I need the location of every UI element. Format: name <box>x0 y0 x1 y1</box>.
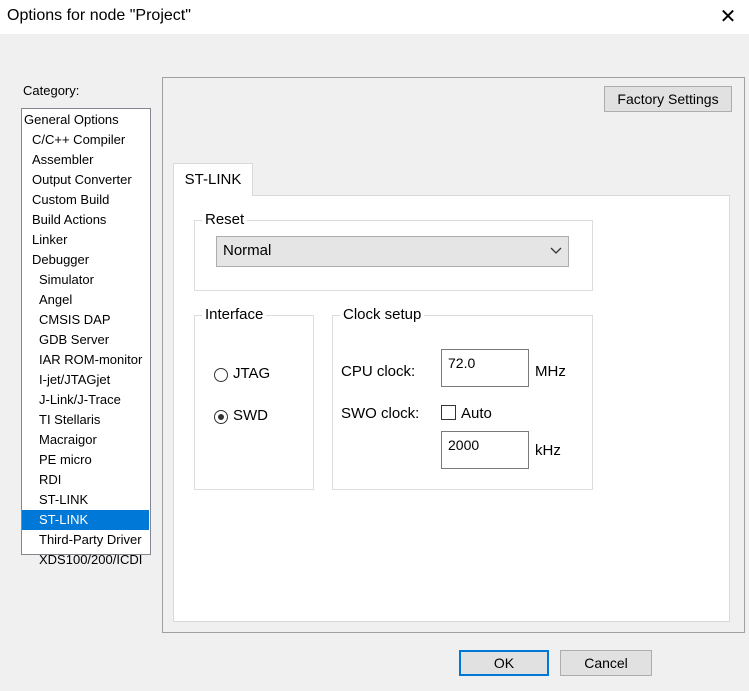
category-list[interactable]: General Options C/C++ Compiler Assembler Ou… <box>21 108 151 567</box>
category-item[interactable]: XDS100/200/ICDI <box>22 550 149 570</box>
swd-label[interactable]: SWD <box>233 407 268 424</box>
close-button[interactable]: ✕ <box>712 1 744 33</box>
category-item-label: PE micro <box>39 452 92 467</box>
reset-select-value: Normal <box>223 242 272 259</box>
category-item[interactable]: Third-Party Driver <box>22 530 149 550</box>
category-item[interactable]: J-Link/J-Trace <box>22 390 149 410</box>
category-item-label: IAR ROM-monitor <box>39 352 143 367</box>
ok-button[interactable]: OK <box>459 650 549 676</box>
swd-radio-dot <box>218 414 224 420</box>
category-item-label: Linker <box>32 232 68 247</box>
category-item[interactable]: C/C++ Compiler <box>22 130 149 150</box>
reset-legend: Reset <box>202 211 248 228</box>
category-item-label: RDI <box>39 472 62 487</box>
auto-checkbox[interactable] <box>441 405 456 420</box>
category-item-label: ST-LINK <box>39 492 89 507</box>
category-item[interactable]: Linker <box>22 230 149 250</box>
category-item-label: I-jet/JTAGjet <box>39 372 111 387</box>
category-item-label: Assembler <box>32 152 94 167</box>
chevron-down-icon <box>550 247 562 254</box>
category-item[interactable]: Debugger <box>22 250 149 270</box>
category-item[interactable]: RDI <box>22 470 149 490</box>
cpu-clock-label: CPU clock: <box>341 363 416 380</box>
category-item[interactable]: Assembler <box>22 150 149 170</box>
window-title: Options for node "Project" <box>7 7 191 24</box>
category-item[interactable]: Custom Build <box>22 190 149 210</box>
category-item[interactable]: Simulator <box>22 270 149 290</box>
auto-label[interactable]: Auto <box>461 405 492 422</box>
category-item[interactable]: TI Stellaris <box>22 410 149 430</box>
category-item-label: Build Actions <box>32 212 107 227</box>
category-item[interactable]: Build Actions <box>22 210 149 230</box>
swo-clock-label: SWO clock: <box>341 405 420 422</box>
cancel-button[interactable]: Cancel <box>560 650 652 676</box>
category-item-label: Macraigor <box>39 432 97 447</box>
category-item-label: Third-Party Driver <box>39 532 142 547</box>
interface-group <box>194 315 314 490</box>
category-item-label: CMSIS DAP <box>39 312 111 327</box>
category-item[interactable]: Angel <box>22 290 149 310</box>
reset-select[interactable]: Normal <box>216 236 569 267</box>
category-item-label: ST-LINK <box>39 512 89 527</box>
category-item[interactable]: Macraigor <box>22 430 149 450</box>
category-item[interactable]: General Options <box>22 110 149 130</box>
category-item-label: Custom Build <box>32 192 110 207</box>
cpu-clock-unit: MHz <box>535 363 566 380</box>
category-item-label: Angel <box>39 292 73 307</box>
category-item-label: Output Converter <box>32 172 132 187</box>
category-item-label: General Options <box>24 112 119 127</box>
category-item-label: C/C++ Compiler <box>32 132 126 147</box>
factory-settings-button[interactable]: Factory Settings <box>604 86 732 112</box>
category-item[interactable]: CMSIS DAP <box>22 310 149 330</box>
category-item[interactable]: GDB Server <box>22 330 149 350</box>
category-item[interactable]: Output Converter <box>22 170 149 190</box>
tab-st-link[interactable]: ST-LINK <box>173 163 253 196</box>
close-icon: ✕ <box>719 6 737 28</box>
category-item[interactable]: ST-LINK <box>22 490 149 510</box>
category-item-label: XDS100/200/ICDI <box>39 552 143 567</box>
category-item-label: Simulator <box>39 272 94 287</box>
swo-clock-unit: kHz <box>535 442 561 459</box>
category-item-label: J-Link/J-Trace <box>39 392 121 407</box>
category-item-label: Debugger <box>32 252 90 267</box>
swo-clock-input[interactable]: 2000 <box>441 431 529 469</box>
category-item-label: TI Stellaris <box>39 412 101 427</box>
category-label: Category: <box>23 83 80 98</box>
category-item[interactable]: IAR ROM-monitor <box>22 350 149 370</box>
jtag-label[interactable]: JTAG <box>233 365 270 382</box>
category-item[interactable]: ST-LINK <box>22 510 149 530</box>
swd-radio[interactable] <box>214 410 228 424</box>
category-item-label: GDB Server <box>39 332 110 347</box>
jtag-radio[interactable] <box>214 368 228 382</box>
category-item[interactable]: I-jet/JTAGjet <box>22 370 149 390</box>
category-item[interactable]: PE micro <box>22 450 149 470</box>
interface-legend: Interface <box>202 306 267 323</box>
clock-setup-legend: Clock setup <box>340 306 425 323</box>
cpu-clock-input[interactable]: 72.0 <box>441 349 529 387</box>
